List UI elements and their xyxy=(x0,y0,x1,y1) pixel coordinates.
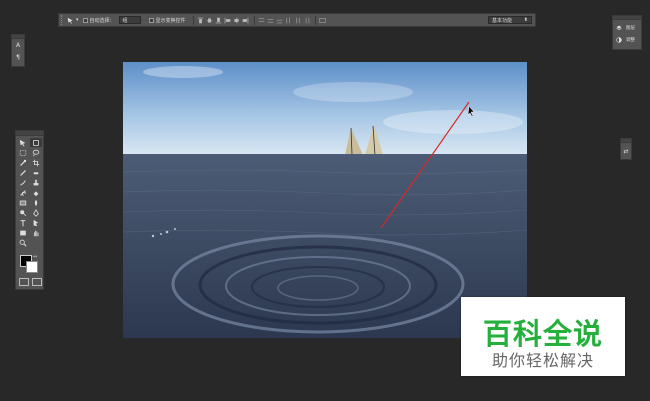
auto-select-checkbox-wrap[interactable]: 自动选择： xyxy=(82,17,115,24)
type-tool-button[interactable] xyxy=(17,218,29,227)
marquee-tool-icon xyxy=(19,149,27,156)
auto-select-checkbox[interactable] xyxy=(82,17,88,23)
hand-tool-icon xyxy=(34,230,39,236)
align-left-icon[interactable] xyxy=(224,17,231,24)
distribute-bottom-icon[interactable] xyxy=(276,17,283,24)
distribute-right-icon[interactable] xyxy=(303,17,310,24)
divider xyxy=(314,15,316,25)
color-swatches[interactable]: ↔ xyxy=(20,254,40,273)
auto-select-label: 自动选择： xyxy=(89,17,115,24)
history-brush-icon xyxy=(20,189,26,196)
align-hcenter-icon[interactable] xyxy=(233,17,240,24)
layers-panel-tab[interactable]: 图层 xyxy=(613,22,641,34)
chevron-down-icon: ▾ xyxy=(76,17,79,23)
pen-tool-button[interactable] xyxy=(30,208,42,217)
lasso-tool-icon xyxy=(32,149,40,156)
distribute-hcenter-icon[interactable] xyxy=(294,17,301,24)
adjustments-icon xyxy=(616,37,622,43)
type-tool-icon xyxy=(20,219,26,226)
collapsed-panel: ⇄ xyxy=(620,138,632,160)
quick-select-tool-icon xyxy=(20,159,27,166)
character-icon[interactable]: A xyxy=(12,39,24,51)
watermark-subtitle: 助你轻松解决 xyxy=(491,351,594,370)
healing-brush-icon xyxy=(33,171,39,174)
auto-select-value: 组 xyxy=(122,17,128,24)
align-right-icon[interactable] xyxy=(242,17,249,24)
eraser-tool-icon xyxy=(33,190,39,196)
divider xyxy=(253,15,255,25)
workspace-switcher[interactable]: 基本功能 ⬍ xyxy=(488,16,532,24)
artboard-tool-icon xyxy=(33,139,39,146)
blur-tool-icon xyxy=(34,199,38,206)
layers-label: 图层 xyxy=(626,26,635,31)
panel-header[interactable] xyxy=(613,16,641,20)
pen-tool-icon xyxy=(33,208,39,217)
show-transform-label: 显示变换控件 xyxy=(155,17,186,24)
dodge-tool-icon xyxy=(20,209,27,216)
shape-tool-button[interactable] xyxy=(17,228,29,237)
screen-mode-icon[interactable] xyxy=(32,278,42,286)
zoom-tool-button[interactable] xyxy=(17,238,29,247)
move-tool-button[interactable] xyxy=(17,138,29,147)
blur-tool-button[interactable] xyxy=(30,198,42,207)
eyedropper-tool-icon xyxy=(20,169,26,176)
quick-select-tool-button[interactable] xyxy=(17,158,29,167)
adjustments-label: 调整 xyxy=(626,38,635,43)
brush-tool-icon xyxy=(20,179,26,186)
move-tool-icon xyxy=(19,139,26,147)
options-bar: ▾ 自动选择： 组 显示变换控件 基本功能 ⬍ xyxy=(58,13,536,27)
align-vcenter-icon[interactable] xyxy=(206,17,213,24)
adjustments-panel-tab[interactable]: 调整 xyxy=(613,34,641,46)
clone-stamp-button[interactable] xyxy=(30,178,42,187)
gradient-tool-button[interactable] xyxy=(17,198,29,207)
workspace-value: 基本功能 xyxy=(492,17,513,24)
history-brush-button[interactable] xyxy=(17,188,29,197)
watermark: 百科全说 助你轻松解决 xyxy=(461,297,625,376)
crop-tool-icon xyxy=(32,159,40,166)
shape-tool-icon xyxy=(20,230,26,235)
move-tool-icon xyxy=(67,17,74,24)
show-transform-checkbox[interactable] xyxy=(148,17,154,23)
layers-adjustments-panel: 图层 调整 xyxy=(612,15,642,50)
healing-brush-button[interactable] xyxy=(30,168,42,177)
divider xyxy=(192,15,194,25)
swap-colors-icon[interactable]: ↔ xyxy=(33,254,37,260)
path-select-button[interactable] xyxy=(30,218,42,227)
tool-preset-picker[interactable]: ▾ xyxy=(67,17,79,24)
hand-tool-button[interactable] xyxy=(30,228,42,237)
quick-mask-icon[interactable] xyxy=(19,278,29,286)
character-mini-panel: A ¶ xyxy=(11,34,25,67)
clone-stamp-icon xyxy=(33,179,39,185)
distribute-top-icon[interactable] xyxy=(258,17,265,24)
layers-icon xyxy=(616,25,622,31)
lasso-tool-button[interactable] xyxy=(30,148,42,157)
chevron-updown-icon: ⬍ xyxy=(523,17,528,23)
align-top-icon[interactable] xyxy=(197,17,204,24)
align-bottom-icon[interactable] xyxy=(215,17,222,24)
paragraph-icon[interactable]: ¶ xyxy=(12,51,24,63)
dodge-tool-button[interactable] xyxy=(17,208,29,217)
gradient-tool-icon xyxy=(19,200,27,205)
auto-align-icon[interactable] xyxy=(318,17,326,24)
auto-select-dropdown[interactable]: 组 xyxy=(118,16,141,24)
options-bar-grip[interactable] xyxy=(61,15,65,25)
artboard-tool-button[interactable] xyxy=(30,138,42,147)
eraser-tool-button[interactable] xyxy=(30,188,42,197)
background-color[interactable] xyxy=(26,261,38,273)
marquee-tool-button[interactable] xyxy=(17,148,29,157)
path-select-icon xyxy=(33,219,39,226)
eyedropper-tool-button[interactable] xyxy=(17,168,29,177)
panel-icon[interactable]: ⇄ xyxy=(621,143,631,159)
distribute-left-icon[interactable] xyxy=(285,17,292,24)
brush-tool-button[interactable] xyxy=(17,178,29,187)
distribute-vcenter-icon[interactable] xyxy=(267,17,274,24)
crop-tool-button[interactable] xyxy=(30,158,42,167)
zoom-tool-icon xyxy=(19,239,27,247)
tools-panel: ↔ xyxy=(15,130,44,290)
